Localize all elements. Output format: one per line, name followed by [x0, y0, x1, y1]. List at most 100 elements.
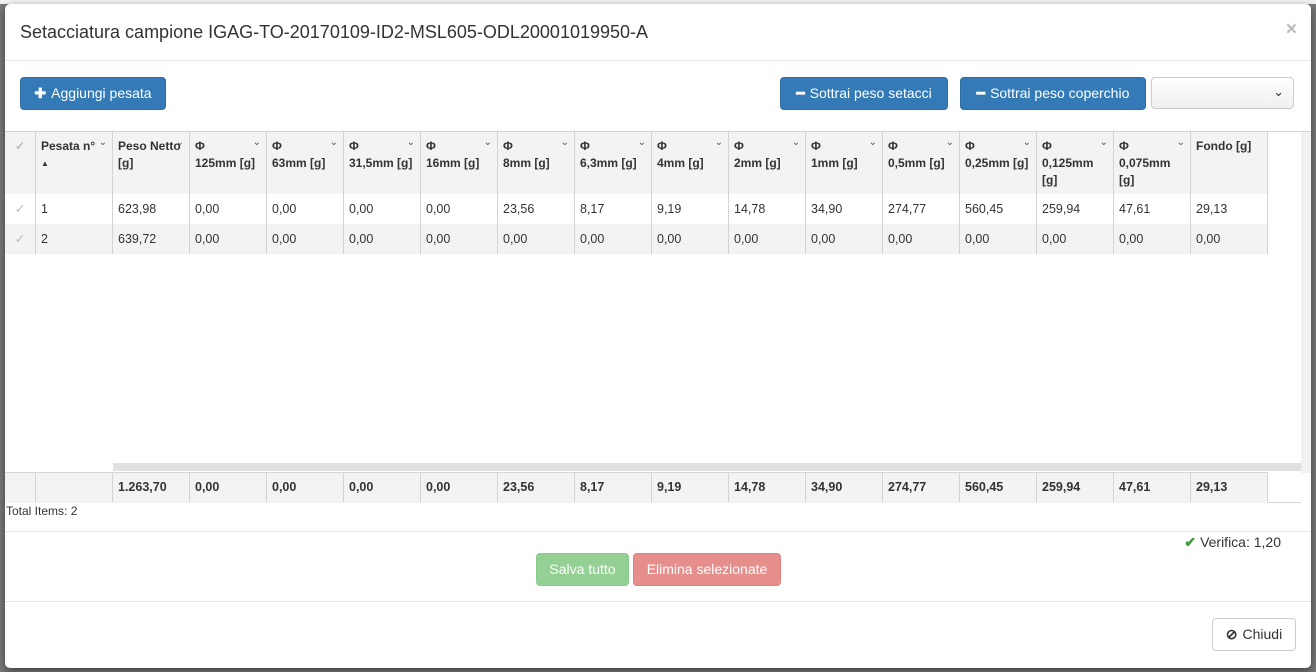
table-cell[interactable]: 0,00	[190, 194, 267, 224]
column-menu-icon[interactable]: ⌄	[1100, 134, 1108, 151]
row-checkbox[interactable]: ✓	[5, 194, 36, 224]
column-header[interactable]: Φ 0,5mm [g] ⌄	[883, 132, 960, 194]
table-cell[interactable]: 623,98	[113, 194, 190, 224]
select-all-checkbox[interactable]: ✓	[5, 132, 36, 194]
subtract-sieves-button[interactable]: ━ Sottrai peso setacci	[780, 77, 948, 110]
column-header[interactable]: Fondo [g]	[1191, 132, 1268, 194]
phi-symbol: Φ	[272, 139, 282, 153]
total-cell: 0,00	[267, 473, 344, 502]
table-cell[interactable]: 23,56	[498, 194, 575, 224]
table-cell[interactable]: 274,77	[883, 194, 960, 224]
horizontal-scrollbar[interactable]	[113, 463, 1301, 471]
close-icon[interactable]: ×	[1286, 20, 1297, 40]
column-menu-icon[interactable]: ⌄	[638, 134, 646, 151]
table-cell[interactable]: 259,94	[1037, 194, 1114, 224]
column-header-label: 63mm [g]	[272, 156, 326, 170]
column-menu-icon[interactable]: ⌄	[1023, 134, 1031, 151]
column-menu-icon[interactable]: ⌄	[946, 134, 954, 151]
table-cell[interactable]: 47,61	[1114, 194, 1191, 224]
column-header[interactable]: Φ 63mm [g] ⌄	[267, 132, 344, 194]
save-all-button[interactable]: Salva tutto	[536, 553, 629, 586]
column-menu-icon[interactable]: ⌄	[484, 134, 492, 151]
column-header[interactable]: Φ 125mm [g] ⌄	[190, 132, 267, 194]
table-row[interactable]: ✓ 2 639,72 0,00 0,00 0,00 0,00 0,00 0,00 0,00 0,00…	[5, 224, 1268, 254]
column-header[interactable]: Φ 0,075mm [g] ⌄	[1114, 132, 1191, 194]
total-cell: 47,61	[1114, 473, 1191, 502]
column-header[interactable]: Φ 2mm [g] ⌄	[729, 132, 806, 194]
table-cell[interactable]: 0,00	[575, 224, 652, 254]
column-header[interactable]: Peso Netto [g] ⌄	[113, 132, 190, 194]
total-cell: 14,78	[729, 473, 806, 502]
table-cell[interactable]: 0,00	[421, 194, 498, 224]
total-cell: 259,94	[1037, 473, 1114, 502]
table-cell[interactable]: 1	[36, 194, 113, 224]
close-button[interactable]: ⊘ Chiudi	[1212, 618, 1296, 651]
column-menu-icon[interactable]: ⌄	[1177, 134, 1185, 151]
phi-symbol: Φ	[349, 139, 359, 153]
table-cell[interactable]: 29,13	[1191, 194, 1268, 224]
column-header[interactable]: Φ 4mm [g] ⌄	[652, 132, 729, 194]
phi-symbol: Φ	[965, 139, 975, 153]
table-cell[interactable]: 14,78	[729, 194, 806, 224]
column-header[interactable]: Φ 0,125mm [g] ⌄	[1037, 132, 1114, 194]
table-cell[interactable]: 0,00	[267, 194, 344, 224]
column-menu-icon[interactable]: ⌄	[330, 134, 338, 151]
column-header-label: 1mm [g]	[811, 156, 858, 170]
table-cell[interactable]: 34,90	[806, 194, 883, 224]
table-cell[interactable]: 0,00	[344, 194, 421, 224]
column-menu-icon[interactable]: ⌄	[792, 134, 800, 151]
table-cell[interactable]: 2	[36, 224, 113, 254]
column-menu-icon[interactable]: ⌄	[869, 134, 877, 151]
column-header[interactable]: Φ 16mm [g] ⌄	[421, 132, 498, 194]
table-cell[interactable]: 0,00	[498, 224, 575, 254]
column-header[interactable]: Φ 1mm [g] ⌄	[806, 132, 883, 194]
table-cell[interactable]: 0,00	[652, 224, 729, 254]
column-header-label: Peso Netto [g]	[118, 139, 181, 170]
column-menu-icon[interactable]: ⌄	[253, 134, 261, 151]
table-cell[interactable]: 0,00	[344, 224, 421, 254]
total-cell: 0,00	[190, 473, 267, 502]
delete-selected-button[interactable]: Elimina selezionate	[633, 553, 781, 586]
table-row[interactable]: ✓ 1 623,98 0,00 0,00 0,00 0,00 23,56 8,17 9,19 14,…	[5, 194, 1268, 224]
add-weighing-button[interactable]: ✚ Aggiungi pesata	[20, 77, 166, 110]
column-header[interactable]: Φ 8mm [g] ⌄	[498, 132, 575, 194]
table-cell[interactable]: 0,00	[883, 224, 960, 254]
column-header-label: 0,075mm [g]	[1119, 156, 1171, 187]
sieve-set-select[interactable]: ⌄	[1151, 77, 1294, 109]
table-cell[interactable]: 0,00	[729, 224, 806, 254]
vertical-scrollbar[interactable]	[1301, 131, 1311, 473]
chevron-down-icon: ⌄	[1273, 84, 1284, 99]
table-cell[interactable]: 8,17	[575, 194, 652, 224]
column-menu-icon[interactable]: ⌄	[561, 134, 569, 151]
subtract-sieves-label: Sottrai peso setacci	[809, 85, 932, 101]
row-checkbox[interactable]: ✓	[5, 224, 36, 254]
column-menu-icon[interactable]: ⌄	[715, 134, 723, 151]
table-cell[interactable]: 0,00	[1114, 224, 1191, 254]
column-header[interactable]: Φ 6,3mm [g] ⌄	[575, 132, 652, 194]
column-menu-icon[interactable]: ⌄	[99, 134, 107, 151]
column-header[interactable]: Φ 31,5mm [g] ⌄	[344, 132, 421, 194]
total-cell: 8,17	[575, 473, 652, 502]
minus-icon: ━	[796, 85, 805, 101]
column-menu-icon[interactable]: ⌄	[176, 134, 184, 151]
column-header-label: 16mm [g]	[426, 156, 480, 170]
divider	[5, 531, 1311, 532]
table-cell[interactable]: 9,19	[652, 194, 729, 224]
table-cell[interactable]: 0,00	[960, 224, 1037, 254]
table-cell[interactable]: 0,00	[267, 224, 344, 254]
table-cell[interactable]: 0,00	[1191, 224, 1268, 254]
table-cell[interactable]: 639,72	[113, 224, 190, 254]
modal-title: Setacciatura campione IGAG-TO-20170109-I…	[20, 22, 649, 42]
table-cell[interactable]: 0,00	[806, 224, 883, 254]
grid-totals-row: 1.263,70 0,00 0,00 0,00 0,00 23,56 8,17 9,19 14,…	[5, 472, 1268, 503]
table-cell[interactable]: 0,00	[190, 224, 267, 254]
column-header[interactable]: Pesata n° ▲ ⌄	[36, 132, 113, 194]
column-menu-icon[interactable]: ⌄	[407, 134, 415, 151]
total-cell: 0,00	[344, 473, 421, 502]
table-cell[interactable]: 560,45	[960, 194, 1037, 224]
column-header[interactable]: Φ 0,25mm [g] ⌄	[960, 132, 1037, 194]
table-cell[interactable]: 0,00	[1037, 224, 1114, 254]
table-cell[interactable]: 0,00	[421, 224, 498, 254]
subtract-lid-button[interactable]: ━ Sottrai peso coperchio	[960, 77, 1146, 110]
phi-symbol: Φ	[1042, 139, 1052, 153]
